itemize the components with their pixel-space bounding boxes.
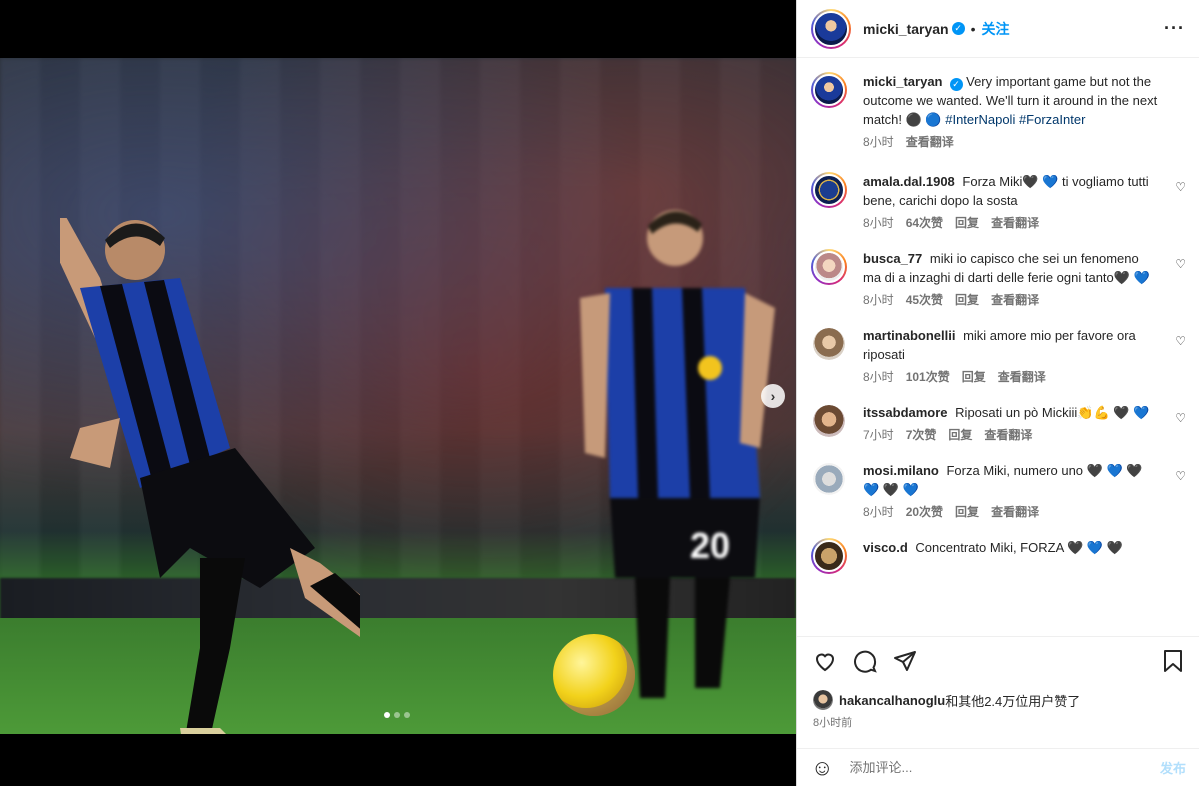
comment-likes[interactable]: 20次赞: [906, 503, 943, 522]
translate-link[interactable]: 查看翻译: [984, 426, 1032, 445]
post-comment-button[interactable]: 发布: [1160, 758, 1186, 777]
comment-composer: ☺ 发布: [797, 748, 1199, 786]
likes-summary[interactable]: hakancalhanoglu 和其他2.4万位用户赞了: [813, 690, 1080, 710]
separator: •: [970, 20, 976, 37]
comment-text: Concentrato Miki, FORZA 🖤 💙 🖤: [915, 540, 1123, 555]
reply-button[interactable]: 回复: [948, 426, 972, 445]
post-side-panel: micki_taryan ✓ • 关注 ··· micki_taryan ✓ Ve…: [796, 0, 1199, 786]
comment-likes[interactable]: 64次赞: [906, 214, 943, 233]
comment-likes[interactable]: 101次赞: [906, 368, 950, 387]
carousel-dot: [404, 712, 410, 718]
translate-link[interactable]: 查看翻译: [998, 368, 1046, 387]
post-time: 8小时前: [813, 717, 853, 729]
emoji-smile-icon[interactable]: ☺: [811, 755, 833, 781]
translate-link[interactable]: 查看翻译: [991, 214, 1039, 233]
comment-text: Riposati un pò Mickiii👏💪 🖤 💙: [955, 405, 1150, 420]
comment-time: 8小时: [863, 216, 894, 230]
like-comment-heart-icon[interactable]: ♡: [1175, 180, 1186, 194]
comment-time: 8小时: [863, 293, 894, 307]
carousel-dot: [394, 712, 400, 718]
avatar[interactable]: [813, 405, 845, 437]
post-media[interactable]: 20 ›: [0, 0, 796, 786]
like-comment-heart-icon[interactable]: ♡: [1175, 469, 1186, 483]
carousel-next-button[interactable]: ›: [761, 384, 785, 408]
verified-badge-icon: ✓: [949, 78, 963, 91]
comment-item: visco.d Concentrato Miki, FORZA 🖤 💙 🖤: [811, 538, 1186, 574]
comment-item: itssabdamore Riposati un pò Mickiii👏💪 🖤 …: [811, 403, 1186, 445]
carousel-indicator: [384, 712, 410, 718]
comment-time: 8小时: [863, 370, 894, 384]
comment-username[interactable]: martinabonellii: [863, 328, 955, 343]
verified-badge-icon: ✓: [951, 22, 965, 35]
follow-button[interactable]: 关注: [982, 19, 1010, 39]
avatar[interactable]: [811, 538, 847, 574]
comment-item: busca_77 miki io capisco che sei un feno…: [811, 249, 1186, 310]
comment-item: amala.dal.1908 Forza Miki🖤 💙 ti vogliamo…: [811, 172, 1186, 233]
comment-username[interactable]: visco.d: [863, 540, 908, 555]
comment-likes[interactable]: 7次赞: [906, 426, 937, 445]
comment-item: martinabonellii miki amore mio per favor…: [811, 326, 1186, 387]
reply-button[interactable]: 回复: [955, 214, 979, 233]
comments-list[interactable]: micki_taryan ✓ Very important game but no…: [797, 58, 1199, 636]
reply-button[interactable]: 回复: [962, 368, 986, 387]
post-photo: 20: [0, 58, 796, 734]
chevron-right-icon: ›: [770, 388, 776, 404]
comment-input[interactable]: [849, 760, 1160, 775]
football: [553, 634, 635, 716]
avatar[interactable]: [813, 463, 845, 495]
post-header: micki_taryan ✓ • 关注 ···: [797, 0, 1199, 58]
like-comment-heart-icon[interactable]: ♡: [1175, 334, 1186, 348]
caption-time: 8小时: [863, 135, 894, 149]
caption-username[interactable]: micki_taryan: [863, 74, 943, 89]
avatar[interactable]: [811, 8, 851, 49]
reply-button[interactable]: 回复: [955, 503, 979, 522]
caption-hashtags[interactable]: #InterNapoli #ForzaInter: [945, 112, 1085, 127]
like-comment-heart-icon[interactable]: ♡: [1175, 257, 1186, 271]
translate-link[interactable]: 查看翻译: [991, 503, 1039, 522]
likes-user[interactable]: hakancalhanoglu: [839, 693, 945, 708]
jersey-number: 20: [690, 525, 730, 566]
author-username[interactable]: micki_taryan: [863, 21, 949, 37]
avatar[interactable]: [811, 249, 847, 285]
like-comment-heart-icon[interactable]: ♡: [1175, 411, 1186, 425]
avatar[interactable]: [813, 690, 833, 710]
avatar[interactable]: [811, 172, 847, 208]
avatar[interactable]: [813, 328, 845, 360]
comment-username[interactable]: amala.dal.1908: [863, 174, 955, 189]
bookmark-icon[interactable]: [1162, 649, 1184, 677]
carousel-dot: [384, 712, 390, 718]
comment-time: 7小时: [863, 428, 894, 442]
player-kicking: [60, 218, 360, 734]
like-heart-icon[interactable]: [813, 649, 837, 677]
more-horizontal-icon[interactable]: ···: [1164, 18, 1185, 39]
translate-link[interactable]: 查看翻译: [906, 133, 954, 152]
translate-link[interactable]: 查看翻译: [991, 291, 1039, 310]
player-background: 20: [580, 210, 775, 698]
comment-username[interactable]: mosi.milano: [863, 463, 939, 478]
comment-username[interactable]: busca_77: [863, 251, 922, 266]
likes-rest[interactable]: 和其他2.4万位用户赞了: [945, 691, 1080, 710]
comment-bubble-icon[interactable]: [853, 649, 877, 677]
reply-button[interactable]: 回复: [955, 291, 979, 310]
post-actions: [797, 636, 1199, 688]
caption: micki_taryan ✓ Very important game but no…: [811, 72, 1186, 152]
share-send-icon[interactable]: [893, 649, 917, 677]
comment-username[interactable]: itssabdamore: [863, 405, 948, 420]
avatar[interactable]: [811, 72, 847, 108]
comment-likes[interactable]: 45次赞: [906, 291, 943, 310]
comment-item: mosi.milano Forza Miki, numero uno 🖤 💙 🖤…: [811, 461, 1186, 522]
comment-time: 8小时: [863, 505, 894, 519]
